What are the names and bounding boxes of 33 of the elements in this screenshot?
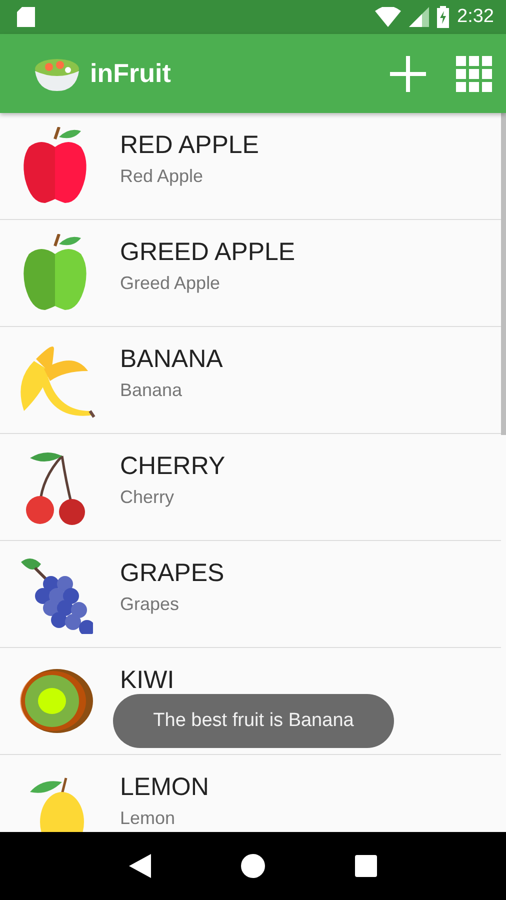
fruit-title: GRAPES [120,561,224,586]
fruit-title: GREED APPLE [120,240,296,265]
fruit-subtitle: Banana [120,380,184,401]
sd-card-icon [17,7,35,27]
fruit-title: RED APPLE [120,133,259,158]
apple-icon [21,127,89,205]
fruit-list-item[interactable]: BANANA Banana [0,327,501,434]
apple-icon [21,234,89,312]
salad-bowl-icon [34,56,80,90]
fruit-list-item[interactable]: GRAPES Grapes [0,541,501,648]
back-button[interactable] [129,854,152,878]
fruit-list-item[interactable]: RED APPLE Red Apple [0,113,501,220]
app-title: inFruit [90,58,172,89]
fruit-title: CHERRY [120,454,226,479]
grid-menu-button[interactable] [456,56,492,92]
fruit-title: LEMON [120,775,209,800]
fruit-subtitle: Cherry [120,487,176,508]
fruit-subtitle: Red Apple [120,166,204,187]
status-time: 2:32 [457,6,494,28]
fruit-title: KIWI [120,668,174,693]
signal-icon [409,7,430,27]
battery-icon [437,6,450,28]
fruit-title: BANANA [120,347,223,372]
home-button[interactable] [240,853,266,879]
fruit-list-item[interactable]: CHERRY Cherry [0,434,501,541]
fruit-subtitle: Grapes [120,594,180,615]
fruit-list-item[interactable]: GREED APPLE Greed Apple [0,220,501,327]
message-toast: The best fruit is Banana [113,694,394,748]
fruit-subtitle: Greed Apple [120,273,222,294]
wifi-icon [375,7,402,27]
add-button[interactable] [390,56,426,92]
recents-button[interactable] [354,855,377,877]
fruit-subtitle: Lemon [120,808,176,829]
